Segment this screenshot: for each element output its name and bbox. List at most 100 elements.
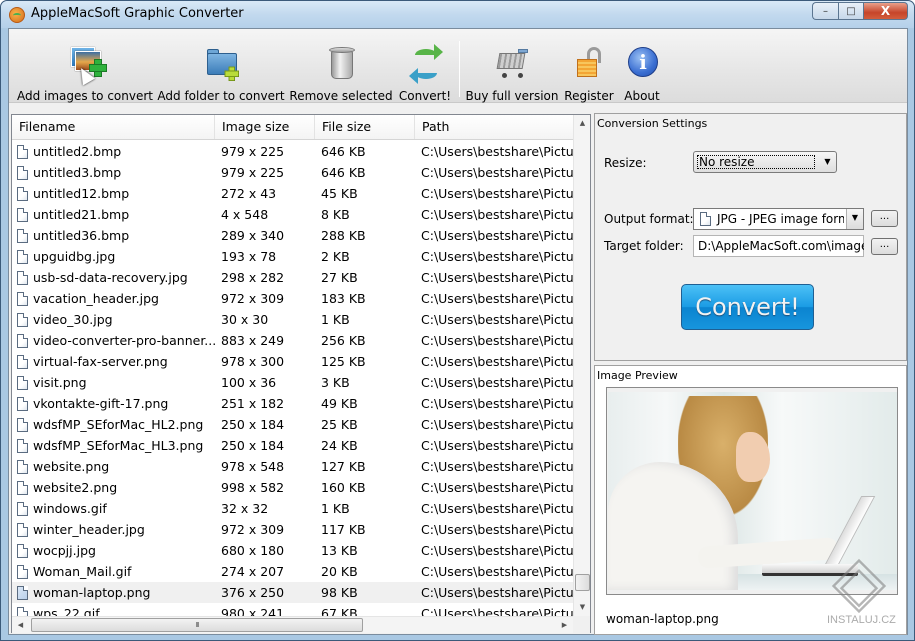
minimize-button[interactable]: – [812, 2, 838, 20]
file-row[interactable]: wdsfMP_SEforMac_HL2.png 250 x 184 25 KB C:\… [12, 414, 573, 435]
file-row[interactable]: wps_22.gif 980 x 241 67 KB C:\Users\bestsha… [12, 603, 573, 616]
add-images-button[interactable]: Add images to convert [17, 29, 153, 103]
preview-filename: woman-laptop.png [606, 612, 719, 626]
file-row[interactable]: windows.gif 32 x 32 1 KB C:\Users\bestshare… [12, 498, 573, 519]
remove-selected-label: Remove selected [289, 89, 393, 103]
filename-text: virtual-fax-server.png [33, 354, 168, 369]
file-row[interactable]: video_30.jpg 30 x 30 1 KB C:\Users\bestshar… [12, 309, 573, 330]
file-row[interactable]: website2.png 998 x 582 160 KB C:\Users\best… [12, 477, 573, 498]
file-icon [17, 229, 28, 243]
filename-text: visit.png [33, 375, 87, 390]
output-format-dropdown[interactable]: JPG - JPEG image form ▼ [693, 208, 864, 230]
path-cell: C:\Users\bestshare\Pictur [421, 144, 573, 159]
image-size-cell: 250 x 184 [221, 438, 285, 453]
path-cell: C:\Users\bestshare\Pictur [421, 333, 573, 348]
file-row[interactable]: woman-laptop.png 376 x 250 98 KB C:\Users\b… [12, 582, 573, 603]
close-button[interactable]: X [864, 2, 908, 20]
target-folder-input[interactable]: D:\AppleMacSoft.com\images [693, 235, 864, 257]
file-row[interactable]: untitled36.bmp 289 x 340 288 KB C:\Users\be… [12, 225, 573, 246]
file-size-cell: 24 KB [321, 438, 358, 453]
file-row[interactable]: usb-sd-data-recovery.jpg 298 x 282 27 KB C:… [12, 267, 573, 288]
path-cell: C:\Users\bestshare\Pictur [421, 585, 573, 600]
file-row[interactable]: untitled21.bmp 4 x 548 8 KB C:\Users\bestsh… [12, 204, 573, 225]
unlocked-padlock-icon [569, 45, 609, 85]
file-row[interactable]: virtual-fax-server.png 978 x 300 125 KB C:\… [12, 351, 573, 372]
register-label: Register [564, 89, 614, 103]
resize-dropdown[interactable]: No resize ▼ [693, 151, 837, 173]
scroll-right-button[interactable]: ▶ [556, 617, 573, 634]
filename-text: windows.gif [33, 501, 107, 516]
filename-cell: upguidbg.jpg [17, 246, 217, 267]
column-header-image-size[interactable]: Image size [215, 115, 315, 139]
file-icon [17, 271, 28, 285]
add-images-label: Add images to convert [16, 89, 154, 103]
file-icon [17, 208, 28, 222]
app-window: AppleMacSoft Graphic Converter – □ X Add… [0, 0, 915, 641]
about-button[interactable]: i About [621, 29, 663, 103]
file-row[interactable]: video-converter-pro-banner.... 883 x 249 2… [12, 330, 573, 351]
file-row[interactable]: untitled12.bmp 272 x 43 45 KB C:\Users\best… [12, 183, 573, 204]
image-size-cell: 298 x 282 [221, 270, 285, 285]
file-size-cell: 1 KB [321, 501, 350, 516]
filename-cell: untitled12.bmp [17, 183, 217, 204]
add-folder-button[interactable]: Add folder to convert [157, 29, 285, 103]
column-header-path[interactable]: Path [415, 115, 573, 139]
path-cell: C:\Users\bestshare\Pictur [421, 438, 573, 453]
path-cell: C:\Users\bestshare\Pictur [421, 501, 573, 516]
file-list-rows: untitled2.bmp 979 x 225 646 KB C:\Users\bes… [12, 141, 573, 616]
path-cell: C:\Users\bestshare\Pictur [421, 207, 573, 222]
image-size-cell: 972 x 309 [221, 291, 285, 306]
file-row[interactable]: wdsfMP_SEforMac_HL3.png 250 x 184 24 KB C:\… [12, 435, 573, 456]
path-cell: C:\Users\bestshare\Pictur [421, 543, 573, 558]
maximize-button[interactable]: □ [838, 2, 864, 20]
filename-text: Woman_Mail.gif [33, 564, 132, 579]
filename-text: wps_22.gif [33, 606, 100, 616]
file-icon [17, 355, 28, 369]
target-folder-label: Target folder: [604, 239, 684, 253]
file-row[interactable]: Woman_Mail.gif 274 x 207 20 KB C:\Users\bes… [12, 561, 573, 582]
vertical-scroll-thumb[interactable] [575, 574, 590, 591]
file-icon [17, 145, 28, 159]
filename-text: winter_header.jpg [33, 522, 145, 537]
filename-cell: winter_header.jpg [17, 519, 217, 540]
file-row[interactable]: untitled2.bmp 979 x 225 646 KB C:\Users\bes… [12, 141, 573, 162]
file-list-header: Filename Image size File size Path [12, 115, 573, 140]
filename-text: wdsfMP_SEforMac_HL2.png [33, 417, 204, 432]
vertical-scrollbar[interactable]: ▲ ▼ [573, 115, 590, 616]
file-size-cell: 1 KB [321, 312, 350, 327]
remove-selected-button[interactable]: Remove selected [289, 29, 393, 103]
horizontal-scroll-thumb[interactable]: III [31, 618, 363, 632]
watermark-text: INSTALUJ.CZ [827, 614, 896, 626]
column-header-file-size[interactable]: File size [315, 115, 415, 139]
file-list[interactable]: Filename Image size File size Path untit… [11, 114, 591, 633]
output-format-options-button[interactable]: ... [871, 210, 898, 227]
scroll-up-button[interactable]: ▲ [574, 115, 591, 132]
file-row[interactable]: website.png 978 x 548 127 KB C:\Users\bests… [12, 456, 573, 477]
column-header-filename[interactable]: Filename [12, 115, 215, 139]
browse-folder-button[interactable]: ... [871, 238, 898, 255]
file-row[interactable]: untitled3.bmp 979 x 225 646 KB C:\Users\bes… [12, 162, 573, 183]
filename-text: untitled2.bmp [33, 144, 122, 159]
filename-cell: vacation_header.jpg [17, 288, 217, 309]
register-button[interactable]: Register [563, 29, 615, 103]
file-row[interactable]: vkontakte-gift-17.png 251 x 182 49 KB C:\Us… [12, 393, 573, 414]
file-size-cell: 2 KB [321, 249, 350, 264]
title-bar[interactable]: AppleMacSoft Graphic Converter – □ X [1, 1, 914, 28]
resize-value: No resize [697, 155, 815, 169]
convert-button[interactable]: Convert! [681, 284, 814, 330]
convert-toolbar-button[interactable]: Convert! [397, 29, 453, 103]
scroll-down-button[interactable]: ▼ [574, 599, 591, 616]
image-size-cell: 272 x 43 [221, 186, 277, 201]
file-row[interactable]: upguidbg.jpg 193 x 78 2 KB C:\Users\bestsha… [12, 246, 573, 267]
image-size-cell: 4 x 548 [221, 207, 269, 222]
scroll-left-button[interactable]: ◀ [12, 617, 29, 634]
file-row[interactable]: visit.png 100 x 36 3 KB C:\Users\bestshare\… [12, 372, 573, 393]
filename-cell: wps_22.gif [17, 603, 217, 616]
buy-full-version-button[interactable]: Buy full version [465, 29, 559, 103]
horizontal-scrollbar[interactable]: ◀ III ▶ [12, 616, 573, 633]
file-row[interactable]: vacation_header.jpg 972 x 309 183 KB C:\Use… [12, 288, 573, 309]
app-logo-icon [9, 7, 25, 23]
file-row[interactable]: winter_header.jpg 972 x 309 117 KB C:\Users… [12, 519, 573, 540]
file-icon [17, 586, 28, 600]
file-row[interactable]: wocpjj.jpg 680 x 180 13 KB C:\Users\bestsha… [12, 540, 573, 561]
